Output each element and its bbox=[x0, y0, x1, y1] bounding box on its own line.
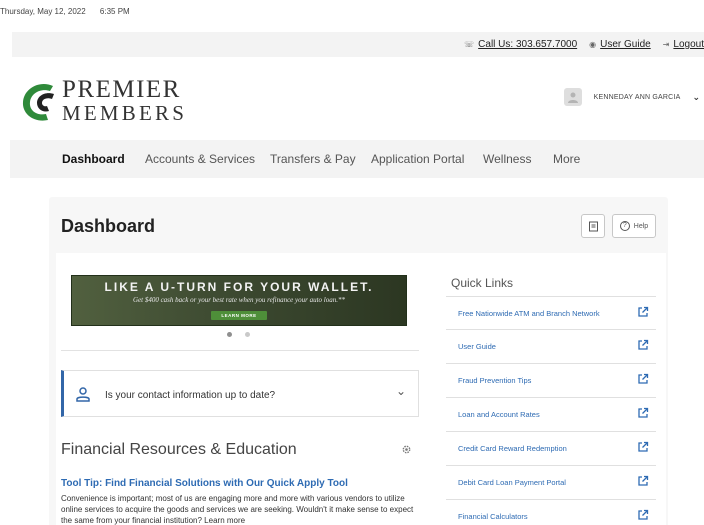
gear-icon[interactable] bbox=[401, 444, 412, 455]
external-link-icon[interactable] bbox=[637, 339, 649, 351]
nav-more[interactable]: More bbox=[553, 152, 580, 166]
brand-logo[interactable]: PREMIER MEMBERS bbox=[20, 77, 187, 124]
timestamp: Thursday, May 12, 2022 6:35 PM bbox=[0, 7, 130, 16]
call-link[interactable]: ☏ Call Us: 303.657.7000 bbox=[464, 39, 577, 50]
article-body: Convenience is important; most of us are… bbox=[61, 494, 414, 525]
utility-bar: ☏ Call Us: 303.657.7000 ◉ User Guide ⇥ L… bbox=[12, 32, 704, 57]
quick-link-label[interactable]: Free Nationwide ATM and Branch Network bbox=[458, 309, 600, 318]
phone-icon: ☏ bbox=[464, 40, 475, 49]
nav-transfers-pay[interactable]: Transfers & Pay bbox=[270, 152, 356, 166]
quick-link-label[interactable]: Loan and Account Rates bbox=[458, 410, 540, 419]
help-button[interactable]: ? Help bbox=[612, 214, 656, 238]
banner-subtext: Get $400 cash back or your best rate whe… bbox=[132, 296, 346, 304]
quick-link-item[interactable]: Credit Card Reward Redemption bbox=[446, 432, 656, 466]
resources-title: Financial Resources & Education bbox=[61, 441, 297, 458]
quick-link-label[interactable]: Credit Card Reward Redemption bbox=[458, 444, 567, 453]
quick-links-title: Quick Links bbox=[451, 276, 514, 290]
avatar bbox=[563, 88, 582, 106]
nav-dashboard[interactable]: Dashboard bbox=[62, 152, 125, 166]
external-link-icon[interactable] bbox=[637, 306, 649, 318]
timestamp-time: 6:35 PM bbox=[99, 7, 130, 16]
logo-line-2: MEMBERS bbox=[62, 101, 188, 125]
timestamp-date: Thursday, May 12, 2022 bbox=[0, 7, 86, 16]
promo-banner[interactable]: LIKE A U-TURN FOR YOUR WALLET. Get $400 … bbox=[71, 275, 407, 326]
external-link-icon[interactable] bbox=[637, 509, 649, 521]
quick-link-item[interactable]: User Guide bbox=[446, 330, 656, 364]
contact-info-text: Is your contact information up to date? bbox=[105, 390, 276, 401]
carousel-dots bbox=[227, 332, 263, 337]
quick-link-label[interactable]: User Guide bbox=[458, 342, 496, 351]
user-silhouette-icon bbox=[567, 92, 578, 103]
external-link-icon[interactable] bbox=[637, 373, 649, 385]
quick-link-label[interactable]: Debit Card Loan Payment Portal bbox=[458, 478, 566, 487]
user-guide-link-label[interactable]: User Guide bbox=[600, 39, 651, 50]
logo-mark-icon bbox=[22, 83, 54, 121]
article-title[interactable]: Tool Tip: Find Financial Solutions with … bbox=[61, 478, 348, 489]
external-link-icon[interactable] bbox=[637, 407, 649, 419]
quick-link-item[interactable]: Free Nationwide ATM and Branch Network bbox=[446, 296, 656, 330]
logout-link-label[interactable]: Logout bbox=[673, 39, 704, 50]
quick-link-item[interactable]: Financial Calculators bbox=[446, 500, 656, 525]
nav-wellness[interactable]: Wellness bbox=[483, 152, 531, 166]
print-icon bbox=[588, 221, 598, 231]
carousel-dot-2[interactable] bbox=[245, 332, 250, 337]
page-title: Dashboard bbox=[61, 216, 156, 236]
carousel-dot-1[interactable] bbox=[227, 332, 232, 337]
quick-link-label[interactable]: Fraud Prevention Tips bbox=[458, 376, 531, 385]
banner-headline: LIKE A U-TURN FOR YOUR WALLET. bbox=[104, 280, 374, 294]
main-nav: Dashboard Accounts & Services Transfers … bbox=[10, 140, 704, 178]
help-button-label: Help bbox=[633, 222, 649, 230]
circle-icon: ◉ bbox=[589, 40, 597, 49]
quick-link-label[interactable]: Financial Calculators bbox=[458, 512, 528, 521]
user-guide-link[interactable]: ◉ User Guide bbox=[589, 39, 651, 50]
quick-link-item[interactable]: Loan and Account Rates bbox=[446, 398, 656, 432]
nav-accounts-services[interactable]: Accounts & Services bbox=[145, 152, 255, 166]
utility-links: ☏ Call Us: 303.657.7000 ◉ User Guide ⇥ L… bbox=[452, 39, 704, 50]
external-link-icon[interactable] bbox=[637, 441, 649, 453]
question-icon: ? bbox=[619, 221, 630, 231]
learn-more-button[interactable]: LEARN MORE bbox=[211, 311, 267, 320]
user-menu[interactable]: KENNEDAY ANN GARCIA ⌄ bbox=[563, 88, 700, 106]
logout-icon: ⇥ bbox=[662, 40, 670, 49]
chevron-down-icon[interactable]: ⌄ bbox=[692, 92, 700, 103]
nav-application-portal[interactable]: Application Portal bbox=[371, 152, 464, 166]
chevron-down-icon[interactable]: ⌄ bbox=[396, 384, 406, 398]
quick-link-item[interactable]: Debit Card Loan Payment Portal bbox=[446, 466, 656, 500]
quick-links-list: Free Nationwide ATM and Branch Network U… bbox=[446, 296, 656, 525]
divider bbox=[61, 350, 419, 351]
logout-link[interactable]: ⇥ Logout bbox=[663, 39, 704, 50]
logo-wordmark: PREMIER MEMBERS bbox=[62, 77, 187, 124]
call-link-label[interactable]: Call Us: 303.657.7000 bbox=[478, 39, 577, 50]
person-icon bbox=[76, 387, 90, 402]
print-button[interactable] bbox=[581, 214, 605, 238]
user-name: KENNEDAY ANN GARCIA bbox=[593, 93, 681, 101]
quick-link-item[interactable]: Fraud Prevention Tips bbox=[446, 364, 656, 398]
external-link-icon[interactable] bbox=[637, 475, 649, 487]
contact-info-card[interactable]: Is your contact information up to date? … bbox=[61, 370, 419, 417]
logo-line-1: PREMIER bbox=[62, 76, 181, 103]
